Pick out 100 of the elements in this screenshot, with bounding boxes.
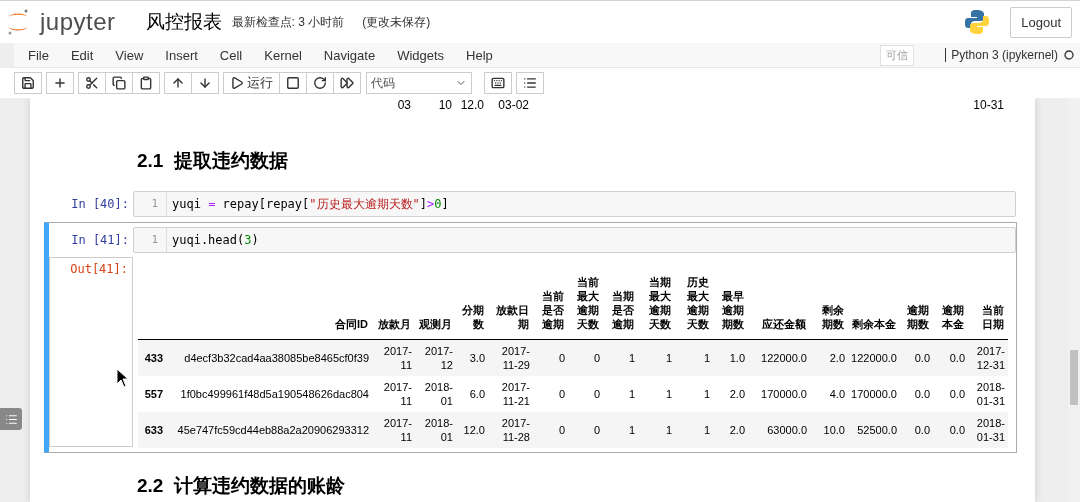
code-cell[interactable]: In [40]: 1 yuqi = repay[repay["历史最大逾期天数"]>0] <box>44 186 1017 222</box>
kernel-name: Python 3 (ipykernel) <box>945 48 1058 62</box>
table-cell: 1 <box>638 339 675 376</box>
table-cell: 6.0 <box>456 376 488 412</box>
restart-button[interactable] <box>306 72 334 94</box>
logo-icon <box>6 8 30 36</box>
table-cell: 2018-01-31 <box>968 412 1008 448</box>
input-prompt: In [41]: <box>70 233 130 247</box>
table-cell: 0.0 <box>933 339 968 376</box>
keyboard-icon <box>491 76 505 90</box>
table-cell: 4.0 <box>810 376 848 412</box>
section-heading: 2.1 提取违约数据 <box>136 149 289 173</box>
table-cell: 1f0bc499961f48d5a190548626dac804 <box>166 376 372 412</box>
menu-item[interactable]: Widgets <box>397 43 445 67</box>
table-cell-text: 03-02 <box>497 98 530 112</box>
input-prompt: In [40]: <box>70 197 130 211</box>
table-cell: 0.0 <box>900 376 933 412</box>
column-header: 观测月 <box>415 271 456 340</box>
table-cell: 2017-12 <box>415 339 456 376</box>
row-index: 557 <box>138 376 166 412</box>
clipboard-icon <box>139 76 153 90</box>
column-header: 分期数 <box>456 271 488 340</box>
command-palette-button[interactable] <box>516 72 544 94</box>
table-cell: 45e747fc59cd44eb88a2a20906293312 <box>166 412 372 448</box>
menu-item[interactable]: Navigate <box>323 43 376 67</box>
code-editor[interactable]: 1 yuqi = repay[repay["历史最大逾期天数"]>0] <box>133 191 1016 217</box>
move-up-button[interactable] <box>164 72 192 94</box>
table-cell: 2.0 <box>810 339 848 376</box>
table-cell: 1 <box>675 412 713 448</box>
menu-item[interactable]: Kernel <box>264 43 302 67</box>
table-cell: 2018-01-31 <box>968 376 1008 412</box>
move-down-button[interactable] <box>191 72 219 94</box>
table-cell: 2.0 <box>713 376 748 412</box>
stop-button[interactable] <box>279 72 307 94</box>
add-cell-button[interactable] <box>46 72 74 94</box>
logout-button[interactable]: Logout <box>1010 6 1072 38</box>
row-index: 633 <box>138 412 166 448</box>
notebook-title[interactable]: 风控报表 <box>145 9 222 35</box>
table-cell-text: 10-31 <box>972 98 1005 112</box>
column-header: 当前日期 <box>968 271 1008 340</box>
table-cell: 1 <box>675 376 713 412</box>
table-cell: 2018-01 <box>415 412 456 448</box>
logo-text: jupyter <box>40 8 116 36</box>
list-icon <box>523 76 537 90</box>
cell-type-select[interactable]: 代码 <box>366 72 472 94</box>
table-cell: 0.0 <box>900 412 933 448</box>
output-prompt: Out[41]: <box>49 257 133 447</box>
table-cell: 0 <box>533 339 568 376</box>
column-header: 合同ID <box>166 271 372 340</box>
menu-item[interactable]: View <box>115 43 144 67</box>
column-header: 逾期期数 <box>900 271 933 340</box>
table-cell: 0 <box>533 376 568 412</box>
table-cell: 63000.0 <box>748 412 810 448</box>
table-cell: 170000.0 <box>848 376 900 412</box>
table-cell: d4ecf3b32cad4aa38085be8465cf0f39 <box>166 339 372 376</box>
code-line: yuqi.head(3) <box>171 233 259 247</box>
run-all-button[interactable] <box>333 72 361 94</box>
table-cell: 170000.0 <box>748 376 810 412</box>
code-cell[interactable] <box>44 222 1017 453</box>
menu-item[interactable]: Help <box>466 43 493 67</box>
cut-button[interactable] <box>78 72 106 94</box>
table-cell: 2017-11 <box>372 376 415 412</box>
menu-item[interactable]: Insert <box>165 43 198 67</box>
toc-button[interactable] <box>0 408 22 430</box>
checkpoint-text: 最新检查点: 3 小时前 <box>231 13 345 31</box>
menu-item[interactable]: Edit <box>70 43 94 67</box>
table-cell: 2017-11 <box>372 412 415 448</box>
menu-item[interactable]: File <box>28 43 49 67</box>
copy-button[interactable] <box>105 72 133 94</box>
column-header: 放款月 <box>372 271 415 340</box>
table-cell: 10.0 <box>810 412 848 448</box>
kernel-status-icon <box>1064 50 1074 60</box>
column-header: 当期是否逾期 <box>603 271 638 340</box>
table-cell: 0.0 <box>900 339 933 376</box>
table-cell: 122000.0 <box>848 339 900 376</box>
code-editor[interactable]: 1 yuqi.head(3) <box>133 227 1016 253</box>
line-number: 1 <box>134 228 167 252</box>
table-cell: 0 <box>533 412 568 448</box>
run-button[interactable]: 运行 <box>223 72 280 94</box>
column-header: 放款日期 <box>488 271 533 340</box>
restart-icon <box>313 76 327 90</box>
column-header: 当前最大逾期天数 <box>568 271 603 340</box>
table-cell: 2.0 <box>713 412 748 448</box>
copy-icon <box>112 76 126 90</box>
code-line: yuqi = repay[repay["历史最大逾期天数"]>0] <box>171 195 449 213</box>
paste-button[interactable] <box>132 72 160 94</box>
menu-item[interactable]: Cell <box>219 43 243 67</box>
python-logo-icon <box>964 9 991 35</box>
column-header: 最早逾期期数 <box>713 271 748 340</box>
table-cell: 2017-11-28 <box>488 412 533 448</box>
table-cell: 12.0 <box>456 412 488 448</box>
save-icon <box>21 76 35 90</box>
table-cell: 2017-11-21 <box>488 376 533 412</box>
table-cell: 0.0 <box>933 376 968 412</box>
save-button[interactable] <box>14 72 42 94</box>
fast-forward-icon <box>340 76 354 90</box>
table-cell: 2017-11 <box>372 339 415 376</box>
column-header: 当前是否逾期 <box>533 271 568 340</box>
keyboard-button[interactable] <box>484 72 512 94</box>
column-header: 逾期本金 <box>933 271 968 340</box>
